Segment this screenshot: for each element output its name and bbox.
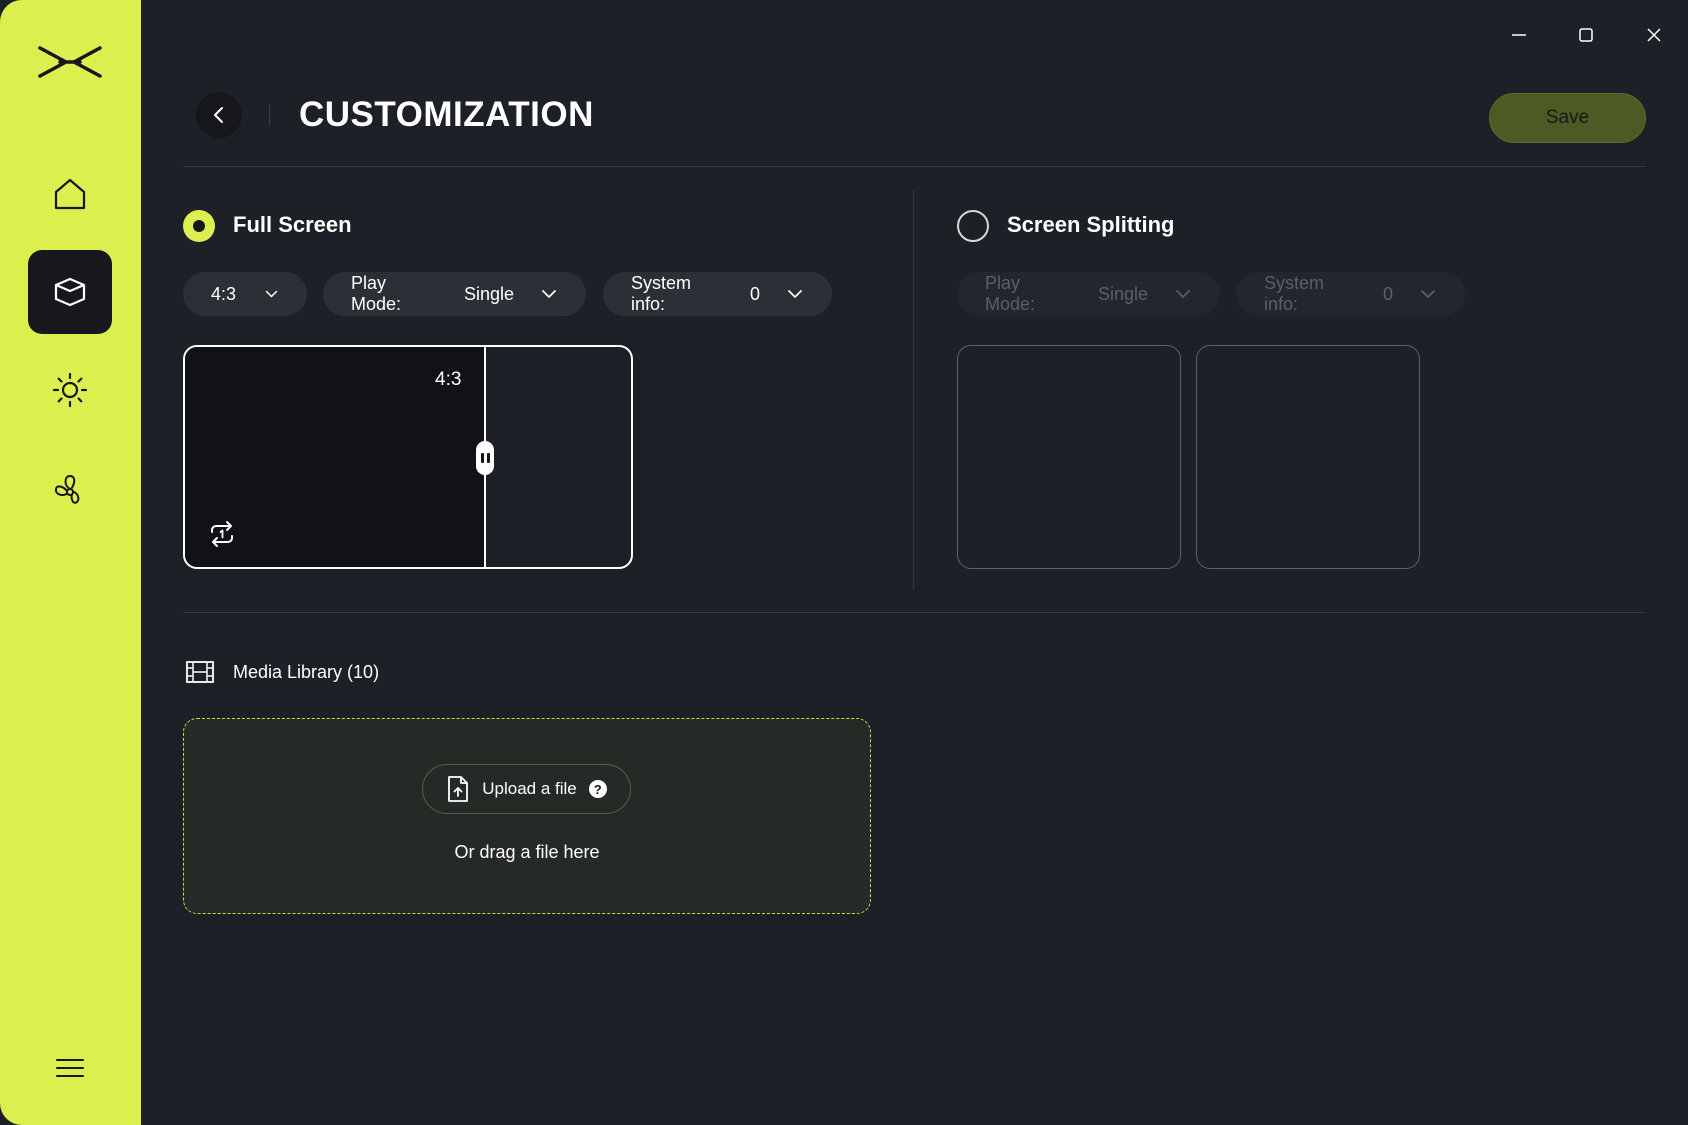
- play-mode-label: Play Mode:: [351, 273, 402, 314]
- split-system-info-label: System info:: [1264, 273, 1325, 314]
- play-mode-value: Single: [463, 283, 514, 304]
- aspect-ratio-value: 4:3: [211, 283, 237, 304]
- sidebar-item-brightness[interactable]: [28, 348, 112, 432]
- split-system-info-value: 0: [1382, 283, 1393, 304]
- system-info-label: System info:: [631, 273, 692, 314]
- sidebar-item-home[interactable]: [28, 152, 112, 236]
- app-logo-icon[interactable]: [38, 42, 102, 82]
- full-screen-preview[interactable]: 4:3: [183, 345, 633, 569]
- system-info-dropdown[interactable]: System info: 0: [603, 272, 832, 316]
- chevron-down-icon: [1176, 290, 1190, 298]
- back-button[interactable]: [196, 92, 242, 138]
- box-icon: [54, 277, 86, 307]
- title-separator: [269, 104, 270, 126]
- split-screen-right-box[interactable]: [1196, 345, 1420, 569]
- preview-resize-handle[interactable]: [476, 441, 494, 475]
- play-mode-dropdown[interactable]: Play Mode: Single: [323, 272, 586, 316]
- chevron-down-icon: [788, 290, 802, 298]
- chevron-left-icon: [214, 107, 223, 123]
- chevron-down-icon: [1421, 290, 1435, 298]
- minimize-button[interactable]: [1502, 20, 1536, 50]
- sidebar: [0, 0, 141, 1125]
- close-icon: [1647, 28, 1661, 42]
- chevron-down-icon: [542, 290, 556, 298]
- file-dropzone[interactable]: [183, 718, 871, 914]
- minimize-icon: [1512, 34, 1526, 36]
- aspect-ratio-dropdown[interactable]: 4:3: [183, 272, 307, 316]
- save-button[interactable]: Save: [1489, 93, 1646, 143]
- file-upload-icon: [448, 776, 469, 802]
- help-icon[interactable]: ?: [588, 780, 607, 798]
- fan-icon: [54, 474, 80, 504]
- repeat-once-icon[interactable]: [207, 519, 237, 549]
- split-play-mode-value: Single: [1097, 283, 1148, 304]
- section-divider: [913, 190, 914, 590]
- sun-icon: [52, 372, 88, 408]
- screen-splitting-label: Screen Splitting: [1007, 212, 1175, 237]
- system-info-value: 0: [749, 283, 760, 304]
- chevron-down-icon: [265, 290, 278, 298]
- maximize-icon: [1579, 28, 1593, 42]
- full-screen-radio[interactable]: [183, 210, 215, 242]
- upload-file-button[interactable]: Upload a file ?: [422, 764, 631, 814]
- split-play-mode-label: Play Mode:: [985, 273, 1036, 314]
- hamburger-menu-icon: [56, 1059, 84, 1077]
- media-library-title: Media Library (10): [233, 662, 380, 682]
- page-title: CUSTOMIZATION: [299, 95, 594, 134]
- split-system-info-dropdown: System info: 0: [1236, 272, 1465, 316]
- maximize-button[interactable]: [1569, 20, 1603, 50]
- sidebar-item-customization[interactable]: [28, 250, 112, 334]
- home-icon: [54, 178, 86, 210]
- preview-ratio-label: 4:3: [435, 369, 462, 390]
- close-button[interactable]: [1637, 20, 1671, 50]
- hamburger-menu-button[interactable]: [50, 1051, 90, 1085]
- header-divider: [183, 166, 1646, 167]
- drag-file-hint: Or drag a file here: [454, 842, 600, 862]
- upload-file-label: Upload a file: [482, 779, 577, 798]
- full-screen-label: Full Screen: [233, 212, 352, 237]
- split-screen-left-box[interactable]: [957, 345, 1181, 569]
- split-play-mode-dropdown: Play Mode: Single: [957, 272, 1220, 316]
- film-icon: [186, 661, 214, 683]
- sidebar-item-fan[interactable]: [28, 448, 112, 532]
- screen-splitting-radio[interactable]: [957, 210, 989, 242]
- content-divider: [183, 612, 1646, 613]
